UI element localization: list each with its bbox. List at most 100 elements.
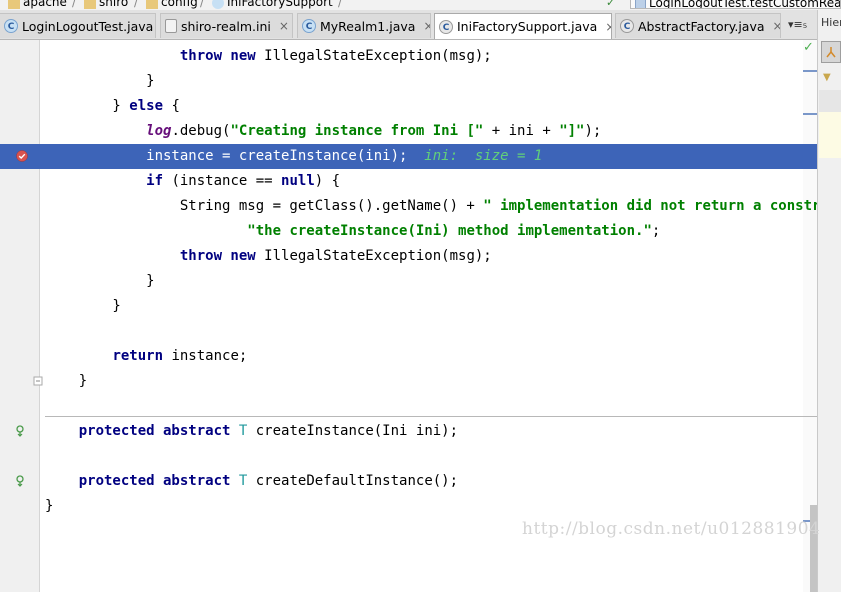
code-line[interactable]: 124 if (instance == null) { bbox=[0, 169, 817, 194]
code-token: if bbox=[146, 173, 164, 189]
code-line[interactable]: 132 } bbox=[0, 369, 817, 394]
error-stripe-mark[interactable] bbox=[803, 113, 817, 115]
code-token: createInstance(Ini ini); bbox=[247, 423, 459, 439]
code-line[interactable]: 127 throw new IllegalStateException(msg)… bbox=[0, 244, 817, 269]
hierarchy-tree-hint-area bbox=[819, 112, 841, 158]
breadcrumb-item-config[interactable]: config bbox=[146, 0, 198, 9]
code-token: String msg = getClass().getName() + bbox=[45, 198, 484, 214]
code-token: } bbox=[45, 498, 54, 514]
code-text: log.debug("Creating instance from Ini ["… bbox=[45, 119, 601, 144]
breadcrumb-separator: / bbox=[338, 0, 343, 9]
tab-shiro-realm-ini[interactable]: shiro-realm.ini × bbox=[160, 13, 293, 38]
code-text: } bbox=[45, 294, 121, 319]
code-token: .debug( bbox=[171, 123, 231, 139]
code-token: throw new bbox=[179, 48, 265, 64]
package-icon bbox=[8, 0, 20, 9]
tool-window-title: Hier bbox=[821, 16, 841, 29]
code-line[interactable]: 136 protected abstract T createDefaultIn… bbox=[0, 469, 817, 494]
code-token: "Creating instance from Ini [" bbox=[230, 123, 484, 139]
code-line[interactable]: 135 bbox=[0, 444, 817, 469]
vcs-update-icon[interactable]: ✓ bbox=[606, 0, 615, 9]
breakpoint-icon[interactable] bbox=[16, 150, 28, 162]
class-icon bbox=[212, 0, 224, 9]
class-icon: C bbox=[302, 19, 316, 33]
breadcrumb-separator: / bbox=[72, 0, 77, 9]
tab-inifactorysupport[interactable]: C IniFactorySupport.java × bbox=[434, 13, 612, 39]
code-text: } else { bbox=[45, 94, 180, 119]
implemented-method-icon[interactable] bbox=[16, 475, 28, 487]
code-line[interactable]: 134 protected abstract T createInstance(… bbox=[0, 419, 817, 444]
code-text: throw new IllegalStateException(msg); bbox=[45, 44, 492, 69]
code-token: } bbox=[45, 273, 155, 289]
tab-myrealm1[interactable]: C MyRealm1.java × bbox=[297, 13, 431, 38]
code-line[interactable]: 119 throw new IllegalStateException(msg)… bbox=[0, 44, 817, 69]
code-text: } bbox=[45, 494, 53, 519]
code-text: } bbox=[45, 269, 155, 294]
code-text: } bbox=[45, 69, 154, 94]
tab-loginlogouttest[interactable]: C LoginLogoutTest.java × bbox=[0, 13, 156, 38]
code-editor[interactable]: 119 throw new IllegalStateException(msg)… bbox=[0, 40, 817, 592]
code-line[interactable]: 129 } bbox=[0, 294, 817, 319]
code-token: else bbox=[129, 98, 164, 114]
code-line[interactable]: 128 } bbox=[0, 269, 817, 294]
close-icon[interactable]: × bbox=[279, 19, 289, 33]
tab-abstractfactory[interactable]: C AbstractFactory.java × bbox=[615, 13, 781, 38]
class-icon: C bbox=[4, 19, 18, 33]
error-stripe-mark[interactable] bbox=[803, 70, 817, 72]
run-configuration-selector[interactable]: LoginLogoutTest.testCustomRea bbox=[630, 0, 841, 9]
fold-icon[interactable] bbox=[33, 375, 45, 387]
code-text: protected abstract T createInstance(Ini … bbox=[45, 419, 458, 444]
hierarchy-mode-button[interactable] bbox=[821, 41, 841, 63]
code-line[interactable]: 125 String msg = getClass().getName() + … bbox=[0, 194, 817, 219]
code-text: } bbox=[45, 369, 87, 394]
code-line[interactable]: 122 log.debug("Creating instance from In… bbox=[0, 119, 817, 144]
abstract-class-icon: C bbox=[620, 19, 634, 33]
code-line[interactable]: 120 } bbox=[0, 69, 817, 94]
code-token: protected abstract bbox=[78, 473, 239, 489]
code-token: IllegalStateException(msg); bbox=[264, 248, 492, 264]
code-token: log bbox=[146, 123, 172, 139]
code-token: protected abstract bbox=[78, 423, 239, 439]
hierarchy-tree-row[interactable] bbox=[819, 90, 841, 112]
close-icon[interactable]: × bbox=[423, 19, 430, 33]
breadcrumb-item-shiro[interactable]: shiro bbox=[84, 0, 128, 9]
breadcrumb-separator: / bbox=[200, 0, 205, 9]
ini-file-icon bbox=[165, 19, 177, 33]
code-text: instance = createInstance(ini); ini: siz… bbox=[45, 144, 542, 169]
code-token: ; bbox=[651, 223, 661, 239]
no-problems-check-icon[interactable]: ✓ bbox=[803, 40, 814, 55]
code-text: "the createInstance(Ini) method implemen… bbox=[45, 219, 660, 244]
code-token: instance; bbox=[163, 348, 248, 364]
breadcrumb-item-class[interactable]: IniFactorySupport bbox=[212, 0, 333, 9]
expand-triangle-icon[interactable]: ▼ bbox=[823, 72, 831, 83]
breadcrumb-item-apache[interactable]: apache bbox=[8, 0, 67, 9]
code-line[interactable]: 130 bbox=[0, 319, 817, 344]
code-line[interactable]: 137} bbox=[0, 494, 817, 519]
method-separator bbox=[45, 416, 817, 417]
run-config-icon bbox=[635, 0, 646, 8]
close-icon[interactable]: × bbox=[773, 19, 780, 33]
package-icon bbox=[146, 0, 158, 9]
code-text: if (instance == null) { bbox=[45, 169, 340, 194]
watermark-text: http://blog.csdn.net/u012881904 bbox=[522, 519, 821, 539]
code-token: + ini + bbox=[483, 123, 560, 139]
tab-overflow-menu[interactable]: ▾≡₅ bbox=[788, 18, 807, 31]
code-token: throw new bbox=[179, 248, 265, 264]
implemented-method-icon[interactable] bbox=[16, 425, 28, 437]
hierarchy-icon bbox=[826, 47, 836, 58]
code-line[interactable]: 131 return instance; bbox=[0, 344, 817, 369]
code-token: ) { bbox=[314, 173, 341, 189]
close-icon[interactable]: × bbox=[605, 20, 611, 34]
code-token: return bbox=[112, 348, 164, 364]
code-token: } bbox=[45, 298, 121, 314]
current-execution-line[interactable]: 123 instance = createInstance(ini); ini:… bbox=[0, 144, 817, 169]
code-line[interactable]: 121 } else { bbox=[0, 94, 817, 119]
code-line[interactable]: 126 "the createInstance(Ini) method impl… bbox=[0, 219, 817, 244]
code-token: IllegalStateException(msg); bbox=[264, 48, 492, 64]
code-token: null bbox=[281, 173, 315, 189]
code-token: { bbox=[163, 98, 180, 114]
